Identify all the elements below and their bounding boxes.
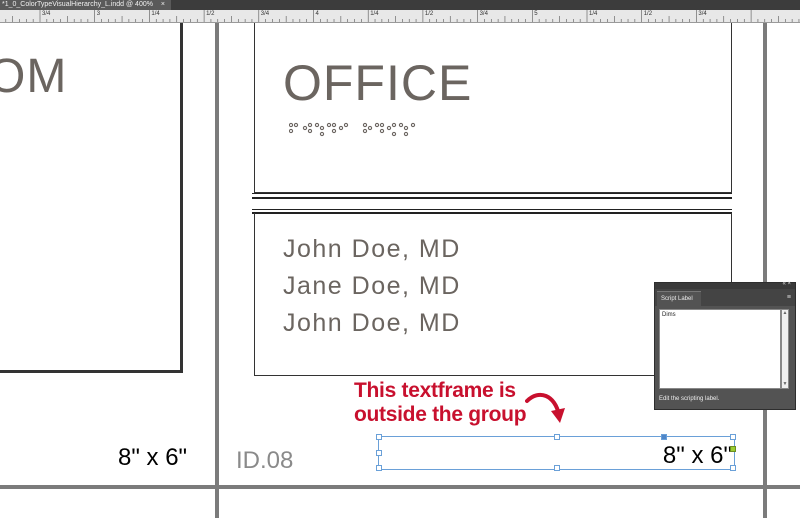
ruler-label: 4 [315, 11, 319, 17]
row-guide [0, 485, 800, 489]
ruler-label: 1/2 [206, 11, 215, 17]
name-line: John Doe, MD [283, 235, 461, 263]
resize-handle[interactable] [730, 446, 736, 452]
script-label-panel: « × Script Label ≡ Dims ▲ ▼ Edit the scr… [654, 281, 796, 410]
scroll-up-icon[interactable]: ▲ [782, 310, 788, 316]
ruler-label: 5 [534, 11, 538, 17]
annotation-callout: This textframe is outside the group [354, 379, 527, 427]
annotation-line: This textframe is [354, 379, 516, 402]
ruler-label: 1/4 [589, 11, 598, 17]
sign-title: OFFICE [283, 55, 473, 111]
ruler-label: 3/4 [479, 11, 488, 17]
tab-script-label[interactable]: Script Label [657, 291, 701, 306]
ruler-label: 1/2 [424, 11, 434, 17]
panel-scrollbar[interactable]: ▲ ▼ [781, 309, 789, 389]
resize-handle[interactable] [376, 434, 382, 440]
braille-dots [289, 122, 416, 137]
name-line: John Doe, MD [283, 309, 461, 337]
panel-menu-icon[interactable]: ≡ [787, 294, 791, 301]
ruler-ticks [5, 10, 800, 22]
ruler-label: 3/4 [42, 11, 51, 17]
sign-divider [252, 193, 732, 194]
resize-handle[interactable] [730, 434, 736, 440]
sign-id-label[interactable]: ID.08 [236, 447, 293, 475]
left-size-label[interactable]: 8" x 6" [118, 444, 187, 472]
ruler-label: 1/4 [370, 11, 379, 17]
horizontal-ruler[interactable]: 3/4 3 1/4 1/2 3/4 4 1/4 1/2 3/4 5 1/4 1/2 3/4 [0, 10, 800, 23]
sign-names: John Doe, MD Jane Doe, MD John Doe, MD [283, 231, 461, 342]
ruler-label: 1/2 [643, 11, 653, 17]
sign-divider [252, 209, 732, 210]
document-tab[interactable]: *1_0_ColorTypeVisualHierarchy_L.indd @ 4… [0, 0, 172, 10]
frame-size-label[interactable]: 8" x 6" [663, 442, 732, 470]
sign-divider [252, 197, 732, 199]
annotation-line: outside the group [354, 403, 527, 426]
panel-hint: Edit the scripting label. [659, 396, 720, 402]
resize-handle[interactable] [661, 434, 667, 440]
column-guide [215, 23, 219, 518]
ruler-label: 1/4 [151, 11, 160, 17]
resize-handle[interactable] [376, 450, 382, 456]
resize-handle[interactable] [554, 434, 560, 440]
document-tab-bar: *1_0_ColorTypeVisualHierarchy_L.indd @ 4… [0, 0, 800, 10]
scroll-down-icon[interactable]: ▼ [782, 381, 788, 387]
left-sign-title: OM [0, 50, 68, 103]
curved-arrow-icon [525, 392, 565, 423]
ruler-label: 3 [96, 11, 101, 17]
panel-collapse-close-icon[interactable]: « × [782, 281, 791, 287]
close-icon[interactable]: × [161, 1, 165, 8]
tab-label: Script Label [661, 296, 693, 302]
resize-handle[interactable] [376, 465, 382, 471]
column-guide [763, 23, 767, 518]
selected-textframe[interactable]: 8" x 6" [376, 434, 736, 471]
resize-handle[interactable] [554, 465, 560, 471]
script-label-textarea[interactable]: Dims [659, 309, 781, 389]
ruler-label: 3/4 [260, 11, 270, 17]
document-tab-title: *1_0_ColorTypeVisualHierarchy_L.indd @ 4… [2, 1, 153, 8]
resize-handle[interactable] [730, 465, 736, 471]
name-line: Jane Doe, MD [283, 272, 461, 300]
ruler-label: 3/4 [698, 11, 707, 17]
document-canvas[interactable]: OM 8" x 6" OFFICE John Doe, MD Jane Doe,… [0, 21, 800, 518]
